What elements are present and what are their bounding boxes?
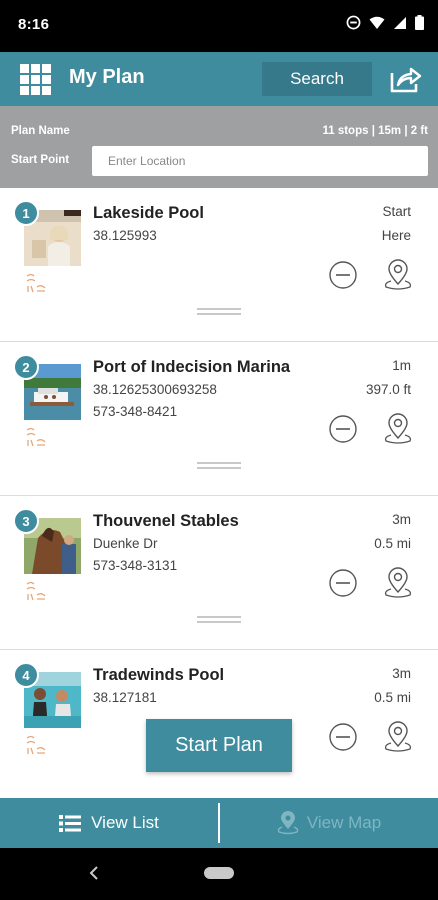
signal-icon <box>394 16 406 29</box>
brand-logo <box>26 735 46 755</box>
map-pin-icon[interactable] <box>382 412 414 446</box>
stop-card[interactable]: 1 Lakeside Pool 38.125993 Start Here <box>0 188 438 342</box>
home-pill-icon[interactable] <box>204 867 234 879</box>
app-header: My Plan Search <box>0 52 438 106</box>
status-bar: 8:16 <box>0 0 438 52</box>
tab-view-map[interactable]: View Map <box>220 798 438 848</box>
tab-view-map-label: View Map <box>306 813 382 832</box>
grid-menu-icon[interactable] <box>20 64 51 95</box>
stop-travel-time: Start <box>382 204 411 219</box>
remove-stop-icon[interactable] <box>328 568 358 598</box>
remove-stop-icon[interactable] <box>328 260 358 290</box>
back-icon[interactable] <box>88 865 100 881</box>
stop-list: 1 Lakeside Pool 38.125993 Start Here 2 P… <box>0 188 438 798</box>
search-button[interactable]: Search <box>262 62 372 96</box>
system-nav-bar <box>0 848 438 900</box>
stop-address: Duenke Dr <box>93 536 158 551</box>
stop-coordinates: 38.12625300693258 <box>93 382 217 397</box>
bottom-tab-bar: View List View Map <box>0 798 438 848</box>
drag-handle[interactable] <box>197 308 241 316</box>
brand-logo <box>26 427 46 447</box>
start-point-label: Start Point <box>11 154 70 166</box>
stop-title: Port of Indecision Marina <box>93 358 291 376</box>
stop-coordinates: 38.125993 <box>93 228 157 243</box>
stop-title: Lakeside Pool <box>93 204 204 222</box>
tab-view-list-label: View List <box>91 813 159 832</box>
stop-travel-time: 3m <box>392 512 411 527</box>
stop-title: Thouvenel Stables <box>93 512 239 530</box>
stop-distance: 397.0 ft <box>365 382 411 397</box>
stop-phone[interactable]: 573-348-8421 <box>93 404 177 419</box>
stop-number-badge: 3 <box>13 508 39 534</box>
stop-number-badge: 1 <box>13 200 39 226</box>
start-plan-button[interactable]: Start Plan <box>146 719 292 772</box>
tab-view-list[interactable]: View List <box>0 798 218 848</box>
remove-stop-icon[interactable] <box>328 414 358 444</box>
stop-coordinates: 38.127181 <box>93 690 157 705</box>
stop-card[interactable]: 3 Thouvenel Stables Duenke Dr 573-348-31… <box>0 496 438 650</box>
share-icon[interactable] <box>389 64 423 94</box>
stop-title: Tradewinds Pool <box>93 666 225 684</box>
stop-number-badge: 2 <box>13 354 39 380</box>
stop-travel-time: 1m <box>392 358 411 373</box>
map-pin-icon[interactable] <box>382 258 414 292</box>
map-pin-icon[interactable] <box>382 720 414 754</box>
stop-distance: 0.5 mi <box>374 690 411 705</box>
stop-distance: Here <box>381 228 411 243</box>
plan-name-label: Plan Name <box>11 125 70 137</box>
stop-distance: 0.5 mi <box>374 536 411 551</box>
page-title: My Plan <box>69 66 145 88</box>
status-time: 8:16 <box>18 16 50 33</box>
battery-icon <box>415 15 424 30</box>
drag-handle[interactable] <box>197 462 241 470</box>
start-location-input[interactable] <box>92 146 428 176</box>
list-icon <box>59 814 82 832</box>
stop-card[interactable]: 2 Port of Indecision Marina 38.126253006… <box>0 342 438 496</box>
status-icons <box>346 15 424 30</box>
wifi-icon <box>369 16 385 29</box>
drag-handle[interactable] <box>197 616 241 624</box>
stop-phone[interactable]: 573-348-3131 <box>93 558 177 573</box>
stop-number-badge: 4 <box>13 662 39 688</box>
do-not-disturb-icon <box>346 15 361 30</box>
remove-stop-icon[interactable] <box>328 722 358 752</box>
map-marker-icon <box>277 811 299 835</box>
brand-logo <box>26 273 46 293</box>
plan-summary: 11 stops | 15m | 2 ft <box>322 125 428 137</box>
brand-logo <box>26 581 46 601</box>
map-pin-icon[interactable] <box>382 566 414 600</box>
plan-bar: Plan Name 11 stops | 15m | 2 ft Start Po… <box>0 106 438 188</box>
stop-travel-time: 3m <box>392 666 411 681</box>
